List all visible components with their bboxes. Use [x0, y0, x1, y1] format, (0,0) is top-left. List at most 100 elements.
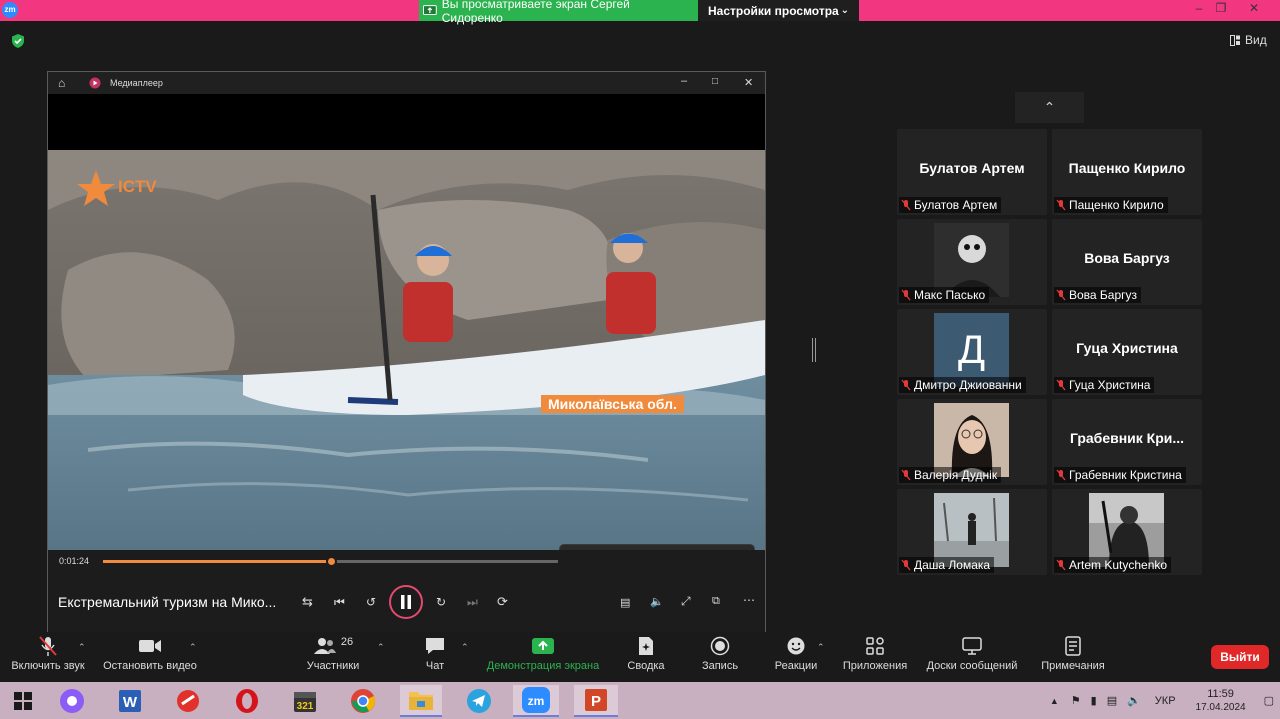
participant-tile[interactable]: Artem Kutychenko [1052, 489, 1202, 575]
participant-tile[interactable]: Пащенко Кирило Пащенко Кирило [1052, 129, 1202, 215]
windows-logo-icon [14, 692, 32, 710]
video-scene [48, 150, 765, 550]
participant-name: Даша Ломака [914, 558, 991, 572]
mic-muted-icon [901, 559, 911, 571]
taskbar-powerpoint-icon[interactable]: P [574, 685, 618, 717]
seek-bar-thumb[interactable] [325, 556, 337, 567]
apps-label: Приложения [842, 660, 908, 672]
participant-tile[interactable]: Даша Ломака [897, 489, 1047, 575]
reactions-options-caret-icon[interactable]: ⌃ [817, 642, 825, 653]
video-camera-icon [139, 640, 161, 652]
record-icon [710, 636, 730, 656]
participant-photo [934, 223, 1009, 297]
taskbar-explorer-icon[interactable] [400, 685, 442, 717]
volume-icon[interactable]: 🔈 [650, 595, 664, 608]
participants-options-caret-icon[interactable]: ⌃ [377, 642, 385, 653]
unmute-button[interactable]: Включить звук [4, 632, 92, 682]
participant-tile[interactable]: Булатов Артем Булатов Артем [897, 129, 1047, 215]
participant-tile[interactable]: Д Дмитро Джиованни [897, 309, 1047, 395]
scroll-up-button[interactable]: ⌃ [1015, 92, 1084, 123]
clock[interactable]: 11:59 17.04.2024 [1196, 687, 1246, 715]
view-options-dropdown[interactable]: Настройки просмотра ⌄ [698, 0, 859, 21]
svg-text:W: W [123, 694, 138, 711]
taskbar-ccleaner-icon[interactable] [168, 685, 208, 717]
video-frame[interactable]: ICTV Миколаївська обл. 🔈 66 [48, 150, 765, 550]
participant-tile[interactable]: Макс Пасько [897, 219, 1047, 305]
notifications-icon[interactable]: ▢ [1264, 694, 1274, 707]
speaker-tray-icon[interactable]: 🔈 [1127, 694, 1141, 707]
forward-30-icon[interactable]: ↻ [436, 595, 446, 609]
share-screen-icon [532, 638, 554, 654]
clock-time: 11:59 [1207, 687, 1234, 700]
captions-icon[interactable]: ▤ [620, 596, 630, 609]
whiteboards-button[interactable]: Доски сообщений [921, 632, 1023, 682]
stop-video-button[interactable]: Остановить видео [99, 632, 201, 682]
taskbar-chrome-icon[interactable] [343, 685, 383, 717]
share-notice-pill: Вы просматриваете экран Сергей Сидоренко… [419, 0, 859, 25]
participants-button[interactable]: 26 Участники [303, 632, 363, 682]
start-button[interactable] [3, 685, 43, 717]
mini-player-icon[interactable]: ⧉ [712, 595, 720, 608]
home-icon[interactable]: ⌂ [58, 76, 65, 90]
player-minimize-icon[interactable]: – [681, 75, 687, 87]
fullscreen-icon[interactable]: ⤢ [681, 594, 691, 609]
taskbar-word-icon[interactable]: W [110, 685, 150, 717]
reactions-smiley-icon [787, 637, 805, 655]
leave-button[interactable]: Выйти [1211, 645, 1269, 669]
chat-button[interactable]: Чат [415, 632, 455, 682]
taskbar-opera-icon[interactable] [227, 685, 267, 717]
close-icon[interactable]: ✕ [1241, 1, 1267, 15]
taskbar-zoom-icon[interactable]: zm [513, 685, 559, 717]
participant-label: Даша Ломака [899, 557, 995, 573]
player-controls: 0:01:24 Екстремальний туризм на Мико... … [48, 550, 765, 632]
view-button[interactable]: Вид [1230, 33, 1267, 47]
share-screen-button[interactable]: Демонстрация экрана [482, 632, 604, 682]
restore-icon[interactable]: ❐ [1208, 1, 1234, 15]
participant-label: Пащенко Кирило [1054, 197, 1168, 213]
next-icon[interactable]: ⏭ [467, 595, 478, 610]
audio-options-caret-icon[interactable]: ⌃ [78, 642, 86, 653]
participant-display-name: Гуца Христина [1076, 340, 1178, 356]
participant-tile[interactable]: Валерія Дуднік [897, 399, 1047, 485]
security-shield-icon[interactable] [10, 33, 26, 49]
flag-icon[interactable]: ⚑ [1071, 694, 1081, 707]
zoom-top-bar: zm Вы просматриваете экран Сергей Сидоре… [0, 0, 1280, 25]
record-button[interactable]: Запись [695, 632, 745, 682]
participant-label: Грабевник Кристина [1054, 467, 1186, 483]
more-options-icon[interactable]: ⋯ [743, 593, 755, 607]
participant-tile[interactable]: Гуца Христина Гуца Христина [1052, 309, 1202, 395]
taskbar-alice-icon[interactable] [52, 685, 92, 717]
participant-tile[interactable]: Грабевник Кри... Грабевник Кристина [1052, 399, 1202, 485]
pause-button[interactable] [389, 585, 423, 619]
mic-muted-icon [1056, 379, 1066, 391]
participant-tile[interactable]: Вова Баргуз Вова Баргуз [1052, 219, 1202, 305]
notes-button[interactable]: Примечания [1036, 632, 1110, 682]
reactions-button[interactable]: Реакции [768, 632, 824, 682]
player-close-icon[interactable]: ✕ [744, 76, 753, 89]
summary-button[interactable]: Сводка [621, 632, 671, 682]
participant-name: Artem Kutychenko [1069, 558, 1168, 572]
shuffle-icon[interactable]: ⇆ [302, 594, 313, 610]
network-icon[interactable]: ▤ [1107, 694, 1117, 707]
chat-options-caret-icon[interactable]: ⌃ [461, 642, 469, 653]
mic-muted-icon [901, 199, 911, 211]
taskbar-telegram-icon[interactable] [459, 685, 499, 717]
taskbar-calendar-app-icon[interactable]: 321 [285, 685, 325, 717]
repeat-off-icon[interactable]: ⟳ [497, 594, 508, 610]
apps-button[interactable]: Приложения [838, 632, 912, 682]
show-hidden-icons-icon[interactable]: ▲ [1050, 696, 1059, 706]
battery-icon[interactable]: ▮ [1091, 694, 1097, 707]
input-language[interactable]: УКР [1155, 695, 1176, 707]
notes-label: Примечания [1041, 660, 1105, 672]
seek-bar[interactable] [103, 556, 558, 567]
player-maximize-icon[interactable]: □ [712, 76, 718, 87]
svg-text:zm: zm [528, 694, 545, 708]
chevron-down-icon: ⌄ [840, 5, 849, 16]
participant-name: Валерія Дуднік [914, 468, 998, 482]
panel-splitter[interactable] [812, 338, 816, 362]
chat-icon [426, 638, 444, 654]
whiteboards-label: Доски сообщений [926, 660, 1018, 672]
previous-icon[interactable]: ⏮ [334, 595, 345, 610]
video-options-caret-icon[interactable]: ⌃ [189, 642, 197, 653]
rewind-10-icon[interactable]: ↺ [366, 595, 376, 609]
